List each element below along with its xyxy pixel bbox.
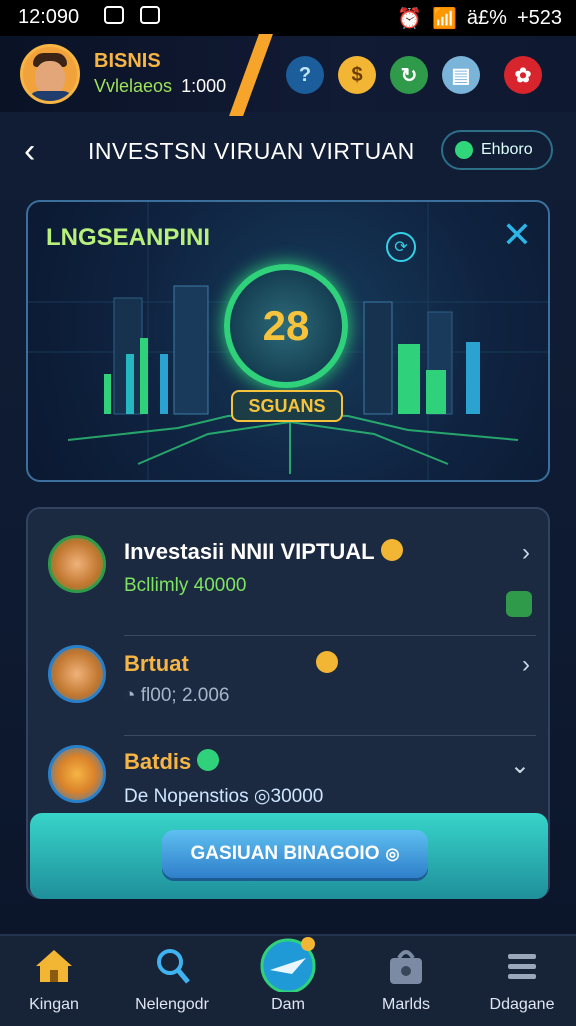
hero-value: 28 [262,302,310,349]
header-chip-button[interactable]: Ehboro [441,130,553,170]
cta-label: GASIUAN BINAGOIO [190,843,380,864]
list-item[interactable]: Brtuat ◔ fl00; 2.006 › [28,645,548,741]
nav-item-play[interactable]: Dam [238,936,338,1026]
city-avatar-icon [48,745,106,803]
hero-badge: SGUANS [231,390,343,422]
list-item-title-text: Batdis [124,749,192,774]
list-item-detail-text: De Nopenstios [124,786,249,807]
hero-bar [466,342,480,414]
alarm-icon: ⏰ [397,8,422,30]
chip-icon [455,141,473,159]
hero-bar [140,338,148,414]
hero-value-ring: 28 [224,264,348,388]
coin-icon[interactable]: $ [338,56,376,94]
nav-label: Marlds [381,996,430,1013]
top-bar: BISNIS Vvlelaeos 1:000 ? $ ↻ ▤ ✿ [0,34,576,116]
notification-icon [104,6,124,24]
list-item-title: Batdis [124,749,220,775]
list-item-detail: De Nopenstios ◎30000 [124,785,323,808]
hero-title: LNGSEANPINI [46,224,211,251]
hero-panel: LNGSEANPINI ⟳ ✕ 28 SGUANS [26,200,550,482]
close-icon[interactable]: ✕ [502,214,532,256]
topbar-divider [229,34,273,116]
nav-label: Ddagane [489,996,555,1013]
nav-item-menu[interactable]: Ddagane [472,936,572,1026]
nav-item-shop[interactable]: Marlds [356,936,456,1026]
page-header: ‹ INVESTSN VIRUAN VIRTUAN Ehboro [0,112,576,192]
home-icon [36,950,72,982]
hero-bar [426,370,446,414]
gift-icon[interactable]: ✿ [504,56,542,94]
chevron-right-icon: › [522,651,530,678]
player-avatar[interactable] [20,44,80,104]
wifi-icon: 📶 [432,8,457,30]
clock-icon: ◎ [253,786,271,807]
hero-bar [398,344,420,414]
globe-icon[interactable]: ? [286,56,324,94]
list-item-detail: ◔ fl00; 2.006 [124,685,230,707]
brand-title: BISNIS [94,50,161,72]
battery-text: +523 [516,7,562,29]
list-divider [124,635,536,636]
refresh-icon[interactable]: ↻ [390,56,428,94]
bottom-nav: Kingan Nelengodr Dam Marlds Ddagane [0,934,576,1026]
cta-button[interactable]: GASIUAN BINAGOIO ◎ [162,830,428,878]
monkey-avatar-icon [48,535,106,593]
list-item-title: Brtuat [124,651,189,676]
list-item-detail-text: fl00; 2.006 [140,685,230,706]
status-right-text: ä£% [466,7,507,29]
page-title: INVESTSN VIRUAN VIRTUAN [88,138,415,164]
chevron-right-icon: › [522,539,530,566]
coin-icon [197,749,220,771]
list-divider [124,735,536,736]
list-item-title: Investasii NNII VIPTUAL [124,539,403,565]
trash-icon[interactable]: ▤ [442,56,480,94]
nav-item-search[interactable]: Nelengodr [122,936,222,1026]
info-icon: ◎ [385,846,400,863]
status-bar: 12:090 ⏰ 📶 ä£% +523 [0,0,576,36]
back-arrow-icon[interactable]: ‹ [24,134,35,168]
bonus-icon[interactable] [506,591,532,617]
header-chip-label: Ehboro [481,141,533,158]
hero-bar [160,354,168,414]
coin-icon [316,651,338,673]
nav-label: Kingan [29,996,79,1013]
boy-avatar-icon [48,645,106,703]
clock-icon: ◔ [124,685,136,706]
bag-icon [390,950,422,984]
menu-icon [508,954,536,979]
list-item-title-text: Investasii NNII VIPTUAL [124,539,375,564]
chevron-down-icon: ⌄ [509,752,530,779]
status-time: 12:090 [18,6,80,28]
hero-bar [104,374,111,414]
player-balance: 1:000 [181,76,227,96]
nav-label: Nelengodr [135,996,209,1013]
app-status-icon [140,6,160,24]
list-item[interactable]: Investasii NNII VIPTUAL Bcllimly 40000 › [28,535,548,635]
status-right: ⏰ 📶 ä£% +523 [397,6,562,31]
list-item-detail-value: 30000 [270,786,324,807]
coin-icon [380,539,403,561]
plane-icon [260,937,316,992]
hero-bar [126,354,134,414]
nav-item-home[interactable]: Kingan [4,936,104,1026]
nav-label: Dam [271,996,305,1013]
list-item-detail: Bcllimly 40000 [124,575,247,596]
sync-icon[interactable]: ⟳ [386,232,416,262]
player-subtitle: Vvlelaeos 1:000 [94,76,226,97]
search-icon [157,949,190,984]
player-subtitle-label: Vvlelaeos [94,76,173,96]
